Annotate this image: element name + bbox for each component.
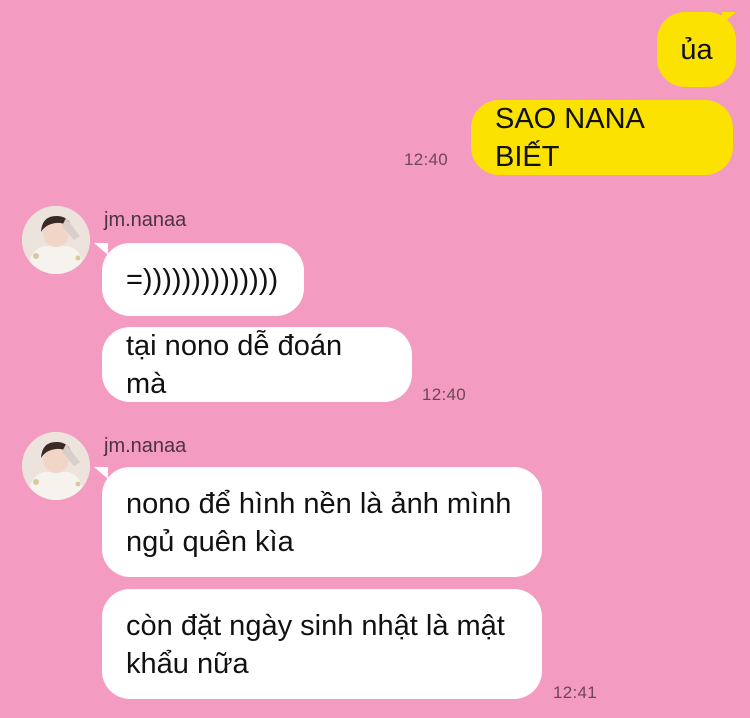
message-text-line: nono để hình nền là ảnh mình <box>126 488 512 520</box>
message-text-line: còn đặt ngày sinh nhật là mật <box>126 610 505 642</box>
avatar[interactable] <box>22 432 90 500</box>
message-text-line: ngủ quên kìa <box>126 526 294 558</box>
sender-name: jm.nanaa <box>104 209 187 231</box>
message-timestamp: 12:40 <box>404 150 449 169</box>
bubble-tail <box>94 243 108 255</box>
profile-photo-icon <box>22 432 90 500</box>
avatar[interactable] <box>22 206 90 274</box>
message-text: ủa <box>680 33 713 66</box>
bubble-tail <box>94 467 108 479</box>
message-timestamp: 12:40 <box>422 385 467 404</box>
incoming-message[interactable]: tại nono dễ đoán mà <box>102 327 412 402</box>
message-text: =)))))))))))))) <box>126 263 279 296</box>
sender-name: jm.nanaa <box>104 435 187 457</box>
profile-photo-icon <box>22 206 90 274</box>
message-text-line: khẩu nữa <box>126 648 249 680</box>
outgoing-message[interactable]: SAO NANA BIẾT <box>471 100 733 175</box>
message-timestamp: 12:41 <box>553 683 598 702</box>
message-text: tại nono dễ đoán mà <box>126 329 343 400</box>
incoming-message[interactable]: nono để hình nền là ảnh mình ngủ quên kì… <box>102 467 542 577</box>
message-text: SAO NANA BIẾT <box>495 102 644 173</box>
outgoing-message[interactable]: ủa <box>657 12 736 87</box>
incoming-message[interactable]: =)))))))))))))) <box>102 243 304 316</box>
incoming-message[interactable]: còn đặt ngày sinh nhật là mật khẩu nữa <box>102 589 542 699</box>
